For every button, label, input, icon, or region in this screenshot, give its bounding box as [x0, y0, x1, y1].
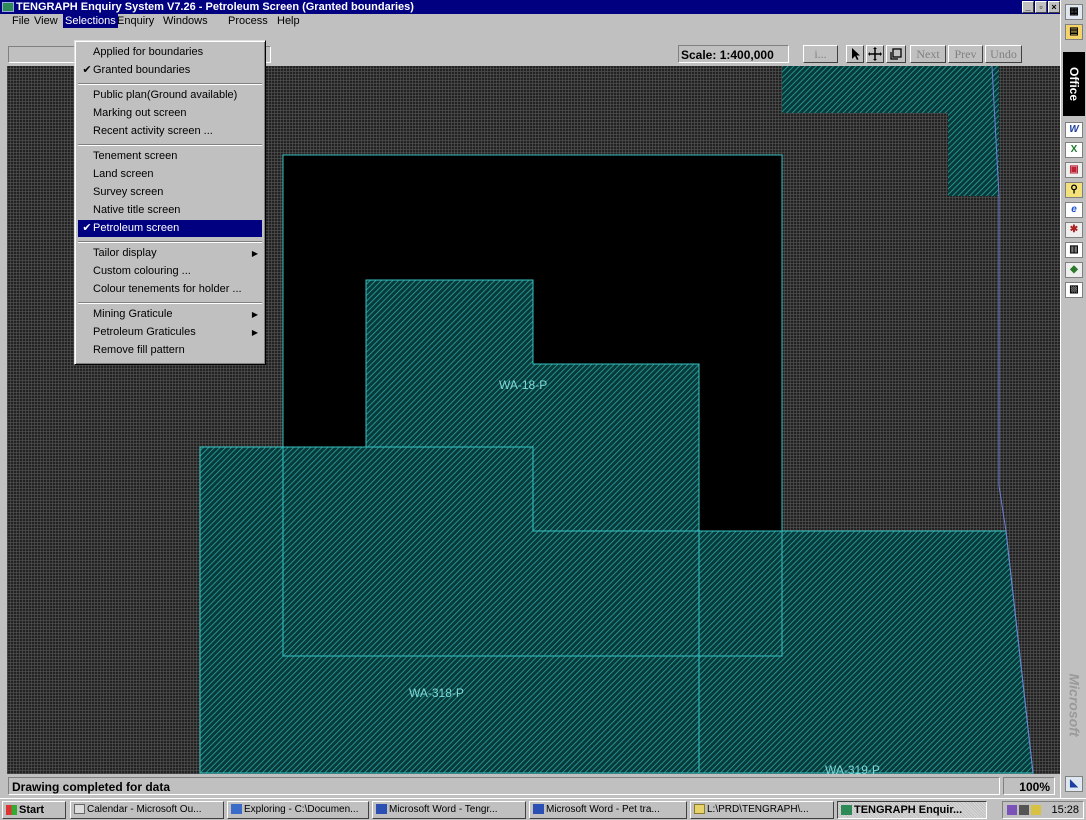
word-icon	[376, 804, 387, 815]
explorer-icon	[231, 804, 242, 815]
submenu-arrow-icon: ▶	[251, 249, 258, 258]
tray-camera-icon[interactable]	[1019, 805, 1029, 815]
menu-item-survey-screen[interactable]: Survey screen	[78, 184, 262, 201]
menu-process[interactable]: Process	[226, 14, 270, 28]
start-button[interactable]: Start	[2, 801, 66, 819]
word-icon	[533, 804, 544, 815]
menu-separator	[78, 302, 262, 304]
close-button[interactable]: ×	[1048, 1, 1060, 13]
menu-separator	[78, 144, 262, 146]
publisher-icon[interactable]: ◆	[1065, 262, 1083, 278]
menu-item-custom-colouring[interactable]: Custom colouring ...	[78, 263, 262, 280]
menu-item-applied-boundaries[interactable]: Applied for boundaries	[78, 44, 262, 61]
word-icon[interactable]: W	[1065, 122, 1083, 138]
binder-icon[interactable]: ▧	[1065, 282, 1083, 298]
pointer-tool-button[interactable]	[846, 45, 864, 63]
menu-item-remove-fill[interactable]: Remove fill pattern	[78, 342, 262, 359]
menu-windows[interactable]: Windows	[161, 14, 210, 28]
taskbar: Start Calendar - Microsoft Ou... Explori…	[0, 798, 1086, 820]
office-logo[interactable]: Office	[1063, 52, 1085, 116]
pan-tool-button[interactable]	[866, 45, 884, 63]
menu-item-tailor-display[interactable]: Tailor display ▶	[78, 245, 262, 262]
menu-item-petroleum-graticules[interactable]: Petroleum Graticules ▶	[78, 324, 262, 341]
task-tengraph-enquiry[interactable]: TENGRAPH Enquir...	[837, 801, 987, 819]
access-icon[interactable]: ✱	[1065, 222, 1083, 238]
restore-button[interactable]: ▫	[1035, 1, 1047, 13]
prev-button[interactable]: Prev	[948, 45, 983, 63]
office-open-icon[interactable]: ▦	[1065, 4, 1083, 20]
bottom-arrow-icon[interactable]: ◣	[1065, 776, 1083, 792]
menu-item-mining-graticule[interactable]: Mining Graticule ▶	[78, 306, 262, 323]
label-wa-318-p: WA-318-P	[409, 686, 464, 700]
menu-separator	[78, 83, 262, 85]
menu-separator	[78, 241, 262, 243]
tray-search-icon[interactable]	[1031, 805, 1041, 815]
status-bar: Drawing completed for data 100%	[0, 774, 1060, 797]
menu-file[interactable]: File	[10, 14, 32, 28]
calendar-icon	[74, 804, 85, 815]
menu-item-tenement-screen[interactable]: Tenement screen	[78, 148, 262, 165]
menu-help[interactable]: Help	[275, 14, 302, 28]
excel-icon[interactable]: X	[1065, 142, 1083, 158]
selections-dropdown: Applied for boundaries ✔ Granted boundari…	[74, 40, 266, 365]
menu-bar: File View Selections Enquiry Windows Pro…	[0, 14, 1060, 28]
label-wa-18-p: WA-18-P	[499, 378, 548, 392]
menu-view[interactable]: View	[32, 14, 60, 28]
menu-item-petroleum-screen[interactable]: ✔ Petroleum screen	[78, 220, 262, 237]
tray-network-icon[interactable]	[1007, 805, 1017, 815]
label-wa-319-p: WA-319-P	[825, 763, 880, 774]
status-message: Drawing completed for data	[8, 777, 1000, 795]
menu-item-granted-boundaries[interactable]: ✔ Granted boundaries	[78, 62, 262, 79]
undo-button[interactable]: Undo	[985, 45, 1022, 63]
menu-item-land-screen[interactable]: Land screen	[78, 166, 262, 183]
app-icon[interactable]	[2, 2, 14, 12]
menu-item-native-title[interactable]: Native title screen	[78, 202, 262, 219]
scale-readout: Scale: 1:400,000	[678, 45, 789, 63]
pointer-icon	[852, 48, 860, 60]
check-icon: ✔	[82, 222, 92, 234]
task-exploring[interactable]: Exploring - C:\Documen...	[227, 801, 369, 819]
zoom-level: 100%	[1003, 777, 1055, 795]
tengraph-app-icon	[841, 805, 852, 816]
internet-explorer-icon[interactable]: e	[1065, 202, 1083, 218]
task-folder-tengraph[interactable]: L:\PRD\TENGRAPH\...	[690, 801, 834, 819]
clock[interactable]: 15:28	[1051, 802, 1079, 818]
check-icon: ✔	[82, 64, 92, 76]
info-button[interactable]: i...	[803, 45, 838, 63]
office-shortcut-bar: ▦ ▤ Office W X ▣ ⚲ e ✱ ▥ ◆ ▧ Microsoft ◣	[1060, 0, 1086, 798]
menu-selections[interactable]: Selections	[63, 14, 118, 28]
menu-item-recent-activity[interactable]: Recent activity screen ...	[78, 123, 262, 140]
schedule-icon[interactable]: ▥	[1065, 242, 1083, 258]
next-button[interactable]: Next	[910, 45, 946, 63]
task-word-pet[interactable]: Microsoft Word - Pet tra...	[529, 801, 687, 819]
crosshair-icon	[868, 47, 882, 61]
new-document-icon[interactable]: ▤	[1065, 24, 1083, 40]
find-icon[interactable]: ⚲	[1065, 182, 1083, 198]
title-bar: TENGRAPH Enquiry System V7.26 - Petroleu…	[0, 0, 1060, 14]
menu-enquiry[interactable]: Enquiry	[115, 14, 156, 28]
task-calendar[interactable]: Calendar - Microsoft Ou...	[70, 801, 224, 819]
folder-icon	[694, 804, 705, 815]
window-title: TENGRAPH Enquiry System V7.26 - Petroleu…	[16, 1, 414, 13]
menu-item-public-plan[interactable]: Public plan(Ground available)	[78, 87, 262, 104]
tenement-top-right[interactable]	[782, 66, 999, 196]
task-word-tengr[interactable]: Microsoft Word - Tengr...	[372, 801, 526, 819]
windows-logo-icon	[6, 805, 17, 816]
menu-item-colour-tenements[interactable]: Colour tenements for holder ...	[78, 281, 262, 298]
microsoft-brand: Microsoft	[1066, 673, 1082, 737]
zoom-box-icon	[890, 48, 902, 60]
minimize-button[interactable]: _	[1022, 1, 1034, 13]
system-tray: 15:28	[1002, 801, 1084, 819]
submenu-arrow-icon: ▶	[251, 328, 258, 337]
menu-item-marking-out[interactable]: Marking out screen	[78, 105, 262, 122]
zoom-window-button[interactable]	[886, 45, 906, 63]
powerpoint-icon[interactable]: ▣	[1065, 162, 1083, 178]
submenu-arrow-icon: ▶	[251, 310, 258, 319]
